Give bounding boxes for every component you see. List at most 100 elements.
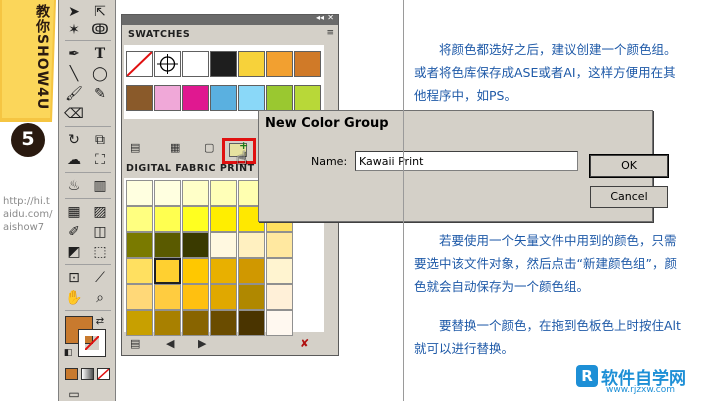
library-swatch[interactable] bbox=[154, 206, 181, 232]
direct-selection-tool-icon[interactable]: ⇱ bbox=[89, 2, 111, 22]
delete-swatch-icon[interactable]: ✘ bbox=[300, 337, 309, 350]
none-swatch[interactable] bbox=[126, 51, 153, 77]
library-swatch[interactable] bbox=[210, 258, 237, 284]
warp-tool-icon[interactable]: ☁ bbox=[63, 150, 85, 170]
color-swatch[interactable] bbox=[182, 51, 209, 77]
rotate-tool-icon[interactable]: ↻ bbox=[63, 130, 85, 150]
blend-tool-icon[interactable]: ◫ bbox=[89, 222, 111, 242]
color-swatch[interactable] bbox=[182, 85, 209, 111]
color-swatch[interactable] bbox=[266, 85, 293, 111]
magic-wand-tool-icon[interactable]: ✶ bbox=[63, 20, 85, 40]
library-swatch[interactable] bbox=[154, 232, 181, 258]
selection-tool-icon[interactable]: ➤ bbox=[63, 2, 85, 22]
none-mode-icon[interactable] bbox=[97, 368, 110, 380]
pen-tool-icon[interactable]: ✒ bbox=[63, 44, 85, 64]
color-swatch[interactable] bbox=[294, 85, 321, 111]
type-tool-icon[interactable]: T bbox=[89, 44, 111, 64]
live-paint-selection-tool-icon[interactable]: ⬚ bbox=[89, 242, 111, 262]
collapse-icon[interactable]: ◂◂ bbox=[316, 13, 324, 22]
panel-menu-icon[interactable]: ≡ bbox=[326, 28, 334, 38]
show-swatch-kinds-icon[interactable]: ▦ bbox=[170, 141, 180, 154]
color-mode-icon[interactable] bbox=[65, 368, 78, 380]
library-swatch[interactable] bbox=[182, 258, 209, 284]
library-swatch[interactable] bbox=[126, 206, 153, 232]
library-swatch[interactable] bbox=[210, 206, 237, 232]
library-menu-icon[interactable]: ▤ bbox=[130, 337, 140, 350]
tab-swatches[interactable]: SWATCHES bbox=[124, 27, 234, 43]
ellipse-tool-icon[interactable]: ◯ bbox=[89, 64, 111, 84]
cancel-button[interactable]: Cancel bbox=[590, 186, 668, 208]
scale-tool-icon[interactable]: ⧉ bbox=[89, 130, 111, 150]
library-swatch[interactable] bbox=[210, 284, 237, 310]
banner-title: 教你SHOW4U bbox=[34, 4, 50, 111]
pencil-tool-icon[interactable]: ✎ bbox=[89, 84, 111, 104]
live-paint-tool-icon[interactable]: ◩ bbox=[63, 242, 85, 262]
library-swatch[interactable] bbox=[182, 206, 209, 232]
swatch-grid bbox=[124, 45, 324, 119]
library-swatch[interactable] bbox=[182, 232, 209, 258]
library-swatch[interactable] bbox=[210, 310, 237, 336]
library-swatch[interactable] bbox=[238, 310, 265, 336]
library-swatch[interactable] bbox=[182, 310, 209, 336]
gradient-tool-icon[interactable]: ▨ bbox=[89, 202, 111, 222]
swap-fill-stroke-icon[interactable]: ⇄ bbox=[93, 314, 107, 328]
library-swatch[interactable] bbox=[126, 232, 153, 258]
color-swatch[interactable] bbox=[126, 85, 153, 111]
swatch-options-icon[interactable]: ▢ bbox=[204, 141, 214, 154]
crop-tool-icon[interactable]: ⊡ bbox=[63, 268, 85, 288]
color-swatch[interactable] bbox=[294, 51, 321, 77]
paintbrush-tool-icon[interactable]: 🖌 bbox=[63, 84, 85, 104]
library-swatch[interactable] bbox=[126, 284, 153, 310]
library-swatch[interactable] bbox=[154, 310, 181, 336]
library-swatch[interactable] bbox=[266, 310, 293, 336]
lasso-tool-icon[interactable]: ↂ bbox=[89, 20, 111, 40]
panel-titlebar[interactable]: ◂◂ ✕ bbox=[122, 13, 338, 25]
next-library-icon[interactable]: ▶ bbox=[198, 337, 206, 350]
line-tool-icon[interactable]: ╲ bbox=[63, 64, 85, 84]
library-swatch[interactable] bbox=[126, 180, 153, 206]
eyedropper-tool-icon[interactable]: ✐ bbox=[63, 222, 85, 242]
color-swatch[interactable] bbox=[266, 51, 293, 77]
color-swatch[interactable] bbox=[238, 51, 265, 77]
step-number: 5 bbox=[21, 128, 35, 150]
library-swatch[interactable] bbox=[266, 258, 293, 284]
default-colors-icon[interactable]: ◧ bbox=[61, 346, 75, 360]
mesh-tool-icon[interactable]: ▦ bbox=[63, 202, 85, 222]
free-transform-tool-icon[interactable]: ⛶ bbox=[89, 150, 111, 170]
color-swatch[interactable] bbox=[238, 85, 265, 111]
library-swatch[interactable] bbox=[154, 258, 181, 284]
swatch-libraries-menu-icon[interactable]: ▤ bbox=[130, 141, 140, 154]
screen-mode-icon[interactable]: ▭ bbox=[63, 384, 85, 401]
library-swatch[interactable] bbox=[182, 180, 209, 206]
previous-library-icon[interactable]: ◀ bbox=[166, 337, 174, 350]
library-swatch[interactable] bbox=[210, 232, 237, 258]
color-swatch[interactable] bbox=[210, 85, 237, 111]
library-swatch[interactable] bbox=[210, 180, 237, 206]
library-swatch[interactable] bbox=[266, 284, 293, 310]
eraser-tool-icon[interactable]: ⌫ bbox=[63, 104, 85, 124]
ok-button[interactable]: OK bbox=[589, 154, 669, 178]
group-name-input[interactable] bbox=[355, 151, 578, 171]
library-swatch[interactable] bbox=[238, 232, 265, 258]
library-swatch[interactable] bbox=[126, 258, 153, 284]
library-swatch[interactable] bbox=[126, 310, 153, 336]
library-swatch[interactable] bbox=[154, 180, 181, 206]
slice-tool-icon[interactable]: ⟋ bbox=[89, 268, 111, 288]
stroke-color-swatch[interactable] bbox=[78, 329, 106, 357]
column-graph-tool-icon[interactable]: ▥ bbox=[89, 176, 111, 196]
registration-swatch[interactable] bbox=[154, 51, 181, 77]
symbol-sprayer-tool-icon[interactable]: ♨ bbox=[63, 176, 85, 196]
library-swatch[interactable] bbox=[266, 232, 293, 258]
library-swatch[interactable] bbox=[154, 284, 181, 310]
close-panel-icon[interactable]: ✕ bbox=[327, 13, 334, 22]
hand-tool-icon[interactable]: ✋ bbox=[63, 288, 85, 308]
color-swatch[interactable] bbox=[154, 85, 181, 111]
gradient-mode-icon[interactable] bbox=[81, 368, 94, 380]
library-swatch[interactable] bbox=[238, 258, 265, 284]
tools-divider bbox=[65, 172, 111, 173]
zoom-tool-icon[interactable]: ⌕ bbox=[89, 288, 111, 308]
color-swatch[interactable] bbox=[210, 51, 237, 77]
library-swatch[interactable] bbox=[182, 284, 209, 310]
library-bottom-bar: ▤ ◀ ▶ ✘ bbox=[122, 335, 338, 355]
library-swatch[interactable] bbox=[238, 284, 265, 310]
